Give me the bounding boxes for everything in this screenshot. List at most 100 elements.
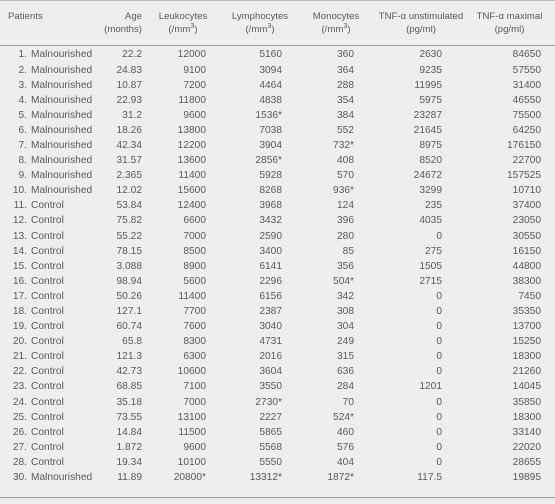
cell-tnf-maximal: 46550: [512, 94, 541, 106]
patient-index: 17.: [12, 290, 27, 302]
cell-tnf-maximal: 22020: [512, 441, 541, 453]
cell-tnf-unstimulated: 24672: [413, 170, 442, 182]
cell-patient: 25. Control: [0, 410, 100, 425]
cell-leukocytes: 12200: [177, 139, 206, 151]
cell-patient: 4. Malnourished: [0, 93, 100, 108]
cell-tnf-unstimulated: 0: [436, 426, 442, 438]
cell-age: 42.73: [116, 366, 143, 378]
cell-tnf-unstimulated: 235: [425, 200, 442, 212]
cell-patient: 16. Control: [0, 274, 100, 289]
cell-age: 78.15: [116, 245, 143, 257]
cell-monocytes: 636: [337, 366, 354, 378]
patient-group: Control: [31, 336, 64, 348]
cell-age: 18.26: [116, 124, 143, 136]
patient-index: 19.: [12, 321, 27, 333]
cell-monocytes: 360: [337, 49, 354, 61]
table-row: 5. Malnourished 31.2 9600 1536* 384 23287 75500: [0, 108, 555, 123]
cell-age: 14.84: [116, 426, 143, 438]
cell-tnf-unstimulated: 1505: [419, 260, 442, 272]
cell-age: 24.83: [116, 64, 143, 76]
patient-index: 20.: [12, 336, 27, 348]
cell-tnf-maximal: 84650: [512, 49, 541, 61]
cell-leukocytes: 11500: [178, 426, 206, 438]
cell-lymphocytes: 4731: [259, 336, 282, 348]
cell-tnf-maximal: 30550: [512, 230, 541, 242]
patient-group: Malnourished: [31, 155, 93, 167]
patient-group: Malnourished: [31, 79, 93, 91]
cell-age: 3.088: [116, 260, 143, 272]
cell-tnf-maximal: 57550: [512, 64, 541, 76]
patient-group: Control: [31, 351, 64, 363]
table-row: 20. Control 65.8 8300 4731 249 0 15250: [0, 334, 555, 349]
cell-age: 73.55: [116, 411, 143, 423]
cell-leukocytes: 7200: [183, 79, 206, 91]
cell-leukocytes: 12400: [177, 200, 206, 212]
cell-tnf-maximal: 35850: [512, 396, 541, 408]
patient-group: Control: [31, 215, 64, 227]
cell-lymphocytes: 4838: [259, 94, 282, 106]
cell-patient: 15. Control: [0, 259, 100, 274]
cell-lymphocytes: 2227: [259, 411, 282, 423]
patient-index: 26.: [12, 426, 27, 438]
cell-age: 68.85: [116, 381, 143, 393]
table-row: 1. Malnourished 22.2 12000 5160 360 2630 84650: [0, 46, 555, 62]
patient-group: Malnourished: [31, 109, 93, 121]
cell-tnf-unstimulated: 8975: [419, 139, 442, 151]
cell-age: 121.3: [116, 351, 143, 363]
cell-monocytes: 124: [337, 200, 354, 212]
column-header-patients-line1: Patients: [8, 11, 43, 22]
cell-lymphocytes: 13312*: [249, 472, 282, 484]
patient-index: 27.: [12, 441, 27, 453]
patients-data-table: Patients Age (months) Leukocytes (/mm3) …: [0, 1, 555, 485]
cell-monocytes: 396: [337, 215, 354, 227]
cell-patient: 14. Control: [0, 244, 100, 259]
table-body: 1. Malnourished 22.2 12000 5160 360 2630 84650 2…: [0, 46, 555, 485]
cell-monocytes: 552: [337, 124, 354, 136]
cell-leukocytes: 8500: [183, 245, 206, 257]
cell-tnf-unstimulated: 117.5: [417, 472, 442, 484]
table-row: 30. Malnourished 11.89 20800* 13312* 1872* 117…: [0, 470, 555, 485]
table-row: 26. Control 14.84 11500 5865 460 0 33140: [0, 425, 555, 440]
significance-asterisk: *: [350, 411, 354, 423]
column-header-tnf-maximal-line2: (pg/ml): [494, 24, 525, 36]
significance-asterisk: *: [278, 155, 282, 167]
significance-asterisk: *: [350, 275, 354, 287]
patient-group: Control: [31, 411, 64, 423]
cell-age: 11.89: [117, 472, 142, 484]
cell-tnf-maximal: 18300: [512, 351, 541, 363]
patient-index: 7.: [18, 139, 28, 151]
table-row: 4. Malnourished 22.93 11800 4838 354 5975 46550: [0, 93, 555, 108]
table-header: Patients Age (months) Leukocytes (/mm3) …: [0, 1, 555, 47]
cell-lymphocytes: 2730*: [255, 396, 282, 408]
cell-patient: 1. Malnourished: [0, 46, 100, 62]
cell-leukocytes: 7600: [183, 321, 206, 333]
cell-patient: 28. Control: [0, 455, 100, 470]
cell-lymphocytes: 5865: [259, 426, 282, 438]
patient-group: Malnourished: [31, 94, 93, 106]
cell-monocytes: 364: [337, 64, 354, 76]
cell-lymphocytes: 3550: [259, 381, 282, 393]
patient-index: 12.: [12, 215, 27, 227]
cell-tnf-unstimulated: 275: [425, 245, 442, 257]
significance-asterisk: *: [350, 139, 354, 151]
cell-lymphocytes: 7038: [259, 124, 282, 136]
cell-monocytes: 354: [337, 94, 354, 106]
cell-leukocytes: 9100: [183, 64, 206, 76]
patient-index: 1.: [18, 49, 28, 61]
cell-patient: 17. Control: [0, 289, 100, 304]
patient-group: Control: [31, 245, 64, 257]
cell-patient: 21. Control: [0, 349, 100, 364]
patient-index: 28.: [12, 456, 27, 468]
cell-monocytes: 408: [337, 155, 354, 167]
cell-tnf-maximal: 38300: [512, 275, 541, 287]
column-header-age: Age (months): [100, 1, 146, 45]
cell-age: 22.2: [122, 49, 142, 61]
patient-index: 9.: [18, 170, 28, 182]
table-row: 17. Control 50.26 11400 6156 342 0 7450: [0, 289, 555, 304]
cell-patient: 9. Malnourished: [0, 168, 100, 183]
cell-tnf-unstimulated: 0: [436, 411, 442, 423]
cell-patient: 26. Control: [0, 425, 100, 440]
cell-tnf-unstimulated: 3299: [419, 185, 442, 197]
cell-age: 19.34: [116, 456, 143, 468]
cell-tnf-maximal: 15250: [512, 336, 541, 348]
